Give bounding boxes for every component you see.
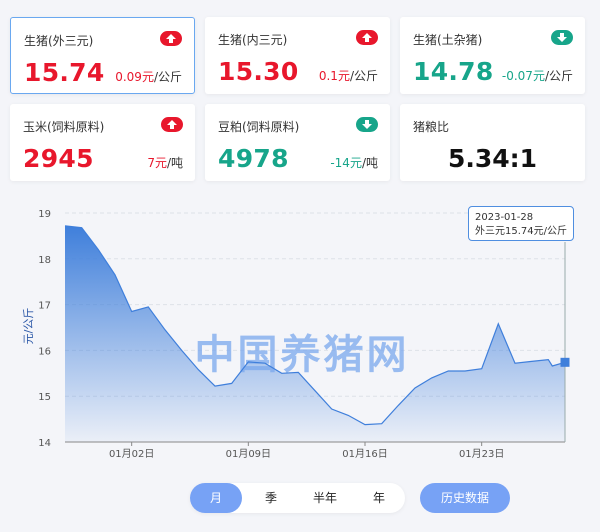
y-axis-ticks: 14 15 16 17 18 19: [38, 209, 51, 449]
card-label: 生猪(内三元): [218, 33, 288, 47]
card-price: 2945: [23, 144, 94, 173]
price-card-hog-grain-ratio[interactable]: 猪粮比 5.34:1: [400, 104, 585, 181]
y-tick-label: 17: [38, 301, 51, 312]
y-tick-label: 16: [38, 346, 51, 357]
card-label: 生猪(外三元): [24, 34, 94, 48]
arrow-up-icon: [356, 30, 378, 45]
period-tab-halfyear[interactable]: 半年: [299, 483, 351, 513]
arrow-up-icon: [160, 31, 182, 46]
price-card-soymeal[interactable]: 豆粕(饲料原料) 4978 -14元/吨: [205, 104, 390, 181]
arrow-down-icon: [356, 117, 378, 132]
period-tab-year[interactable]: 年: [353, 483, 405, 513]
card-change: 0.1元/公斤: [318, 69, 378, 83]
price-card-neisanyuan[interactable]: 生猪(内三元) 15.30 0.1元/公斤: [205, 17, 390, 94]
card-change: -14元/吨: [330, 156, 378, 170]
price-card-tuzazhu[interactable]: 生猪(土杂猪) 14.78 -0.07元/公斤: [400, 17, 585, 94]
card-price: 15.30: [218, 57, 299, 86]
card-change: 7元/吨: [147, 156, 183, 170]
arrow-down-icon: [551, 30, 573, 45]
card-label: 豆粕(饲料原料): [218, 120, 300, 134]
period-tab-quarter[interactable]: 季: [245, 483, 297, 513]
price-card-waisanyuan[interactable]: 生猪(外三元) 15.74 0.09元/公斤: [10, 17, 195, 94]
card-label: 猪粮比: [413, 120, 450, 134]
card-price: 4978: [218, 144, 289, 173]
history-data-button[interactable]: 历史数据: [420, 483, 510, 513]
x-tick-label: 01月23日: [459, 448, 504, 460]
period-tab-month[interactable]: 月: [190, 483, 242, 513]
card-price: 15.74: [24, 58, 105, 87]
tooltip-value: 外三元15.74元/公斤: [475, 226, 567, 237]
price-card-corn[interactable]: 玉米(饲料原料) 2945 7元/吨: [10, 104, 195, 181]
x-tick-label: 01月16日: [342, 448, 387, 460]
y-axis-label: 元/公斤: [22, 308, 35, 345]
tooltip-date: 2023-01-28: [475, 212, 534, 223]
arrow-up-icon: [161, 117, 183, 132]
card-change: -0.07元/公斤: [501, 69, 573, 83]
x-tick-label: 01月09日: [226, 448, 271, 460]
y-tick-label: 19: [38, 209, 51, 220]
hover-point-marker[interactable]: [560, 357, 570, 367]
card-change: 0.09元/公斤: [115, 70, 182, 84]
card-label: 生猪(土杂猪): [413, 33, 483, 47]
card-label: 玉米(饲料原料): [23, 120, 105, 134]
chart-tooltip: 2023-01-28 外三元15.74元/公斤: [468, 206, 574, 241]
x-axis-ticks: 01月02日 01月09日 01月16日 01月23日: [109, 442, 504, 460]
y-tick-label: 14: [38, 438, 51, 449]
card-price: 14.78: [413, 57, 494, 86]
y-tick-label: 18: [38, 255, 51, 266]
x-tick-label: 01月02日: [109, 448, 154, 460]
y-tick-label: 15: [38, 392, 51, 403]
watermark-text: 中国养猪网: [195, 332, 410, 378]
period-selector: 月 季 半年 年: [190, 483, 405, 513]
card-price: 5.34:1: [447, 144, 538, 173]
